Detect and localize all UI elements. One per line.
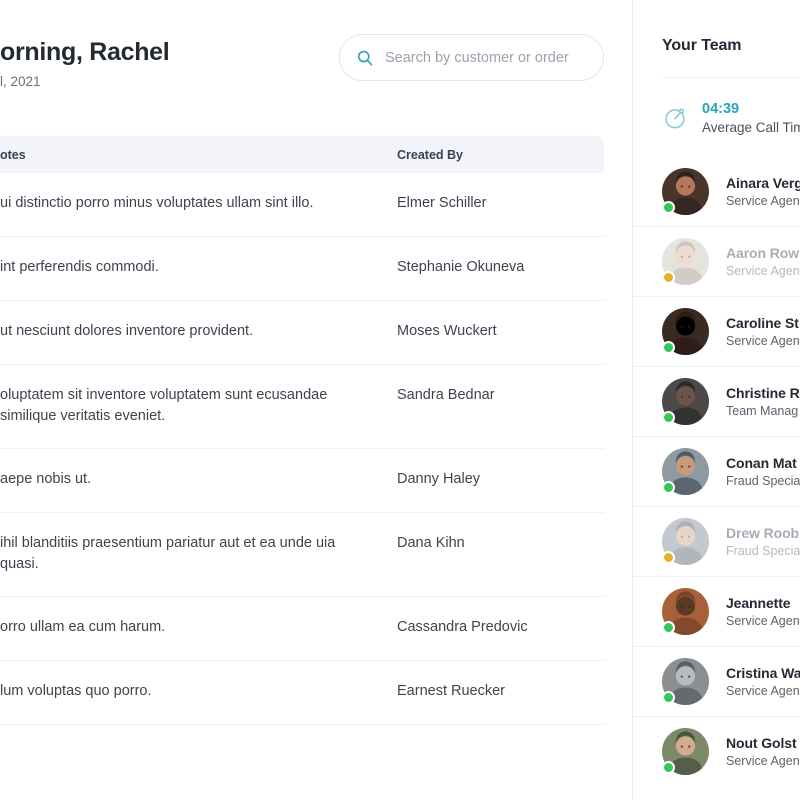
cell-notes: orro ullam ea cum harum.: [0, 618, 166, 635]
cell-created-by: Moses Wuckert: [397, 323, 497, 339]
team-member-name: Caroline St: [726, 315, 799, 332]
page-title: orning, Rachel: [0, 38, 170, 66]
table-row[interactable]: orro ullam ea cum harum. Cassandra Predov…: [0, 597, 604, 661]
status-badge: [662, 481, 675, 495]
team-member-text: Conan Mat Fraud Specia: [726, 455, 800, 488]
status-badge: [662, 691, 675, 705]
page-header: orning, Rachel l, 2021: [0, 0, 632, 89]
avatar: [662, 378, 709, 426]
team-member-text: Cristina Wa Service Agen: [726, 665, 800, 698]
team-member-item[interactable]: Cristina Wa Service Agen: [633, 646, 800, 716]
cell-notes: lum voluptas quo porro.: [0, 682, 152, 699]
search-input[interactable]: [385, 49, 587, 66]
status-badge: [662, 341, 675, 355]
team-member-text: Nout Golst Service Agen: [726, 735, 800, 768]
team-member-item[interactable]: Jeannette Service Agen: [633, 576, 800, 646]
cell-created-by: Stephanie Okuneva: [397, 259, 525, 275]
column-header-created-by[interactable]: Created By: [397, 148, 604, 162]
team-member-item[interactable]: Aaron Row Service Agen: [633, 226, 800, 296]
cell-notes: ut nesciunt dolores inventore provident.: [0, 323, 254, 339]
cell-created-by: Cassandra Predovic: [397, 618, 528, 635]
team-member-text: Caroline St Service Agen: [726, 315, 800, 348]
table-row[interactable]: lum voluptas quo porro. Earnest Ruecker: [0, 661, 604, 725]
team-member-name: Aaron Row: [726, 245, 799, 262]
table-row[interactable]: ui distinctio porro minus voluptates ull…: [0, 173, 604, 237]
team-member-role: Service Agen: [726, 194, 800, 209]
search-icon: [356, 49, 374, 67]
team-member-item[interactable]: Drew Roob Fraud Specia: [633, 506, 800, 576]
avatar: [662, 308, 709, 356]
team-member-role: Service Agen: [726, 614, 800, 629]
table-row[interactable]: aepe nobis ut. Danny Haley: [0, 449, 604, 513]
team-member-item[interactable]: Conan Mat Fraud Specia: [633, 436, 800, 506]
status-badge: [662, 271, 675, 285]
team-member-text: Aaron Row Service Agen: [726, 245, 800, 278]
team-member-name: Nout Golst: [726, 735, 797, 752]
status-badge: [662, 551, 675, 565]
team-member-text: Drew Roob Fraud Specia: [726, 525, 800, 558]
table-row[interactable]: oluptatem sit inventore voluptatem sunt …: [0, 365, 604, 449]
avatar: [662, 728, 709, 776]
notes-table: otes Created By ui distinctio porro minu…: [0, 136, 604, 725]
table-row[interactable]: int perferendis commodi. Stephanie Okunev…: [0, 237, 604, 301]
team-member-role: Service Agen: [726, 754, 800, 769]
average-call-time-stat: 04:39 Average Call Tim: [633, 78, 800, 135]
main-content-pane: orning, Rachel l, 2021 otes C: [0, 0, 632, 800]
average-call-time-label: Average Call Tim: [702, 120, 800, 136]
team-member-role: Fraud Specia: [726, 544, 800, 559]
avatar: [662, 658, 709, 706]
avatar: [662, 168, 709, 216]
team-member-item[interactable]: Christine R Team Manag: [633, 366, 800, 436]
avatar: [662, 588, 709, 636]
stopwatch-icon: [662, 104, 689, 131]
team-member-item[interactable]: Ainara Verg Service Agen: [633, 157, 800, 226]
avatar: [662, 518, 709, 566]
column-header-notes[interactable]: otes: [0, 148, 397, 162]
team-member-role: Team Manag: [726, 404, 799, 419]
average-call-time-value: 04:39: [702, 101, 740, 117]
team-member-item[interactable]: Caroline St Service Agen: [633, 296, 800, 366]
team-member-name: Cristina Wa: [726, 665, 800, 682]
team-panel-title: Your Team: [662, 37, 742, 54]
status-badge: [662, 411, 675, 425]
team-member-role: Service Agen: [726, 684, 800, 699]
team-member-role: Service Agen: [726, 334, 800, 349]
table-row[interactable]: ihil blanditiis praesentium pariatur aut…: [0, 513, 604, 597]
cell-notes: ui distinctio porro minus voluptates ull…: [0, 195, 314, 211]
cell-created-by: Earnest Ruecker: [397, 682, 505, 699]
team-member-name: Conan Mat: [726, 455, 797, 472]
greeting-block: orning, Rachel l, 2021: [0, 26, 170, 89]
team-member-role: Service Agen: [726, 264, 800, 279]
cell-notes: int perferendis commodi.: [0, 259, 159, 275]
table-body: ui distinctio porro minus voluptates ull…: [0, 173, 604, 725]
cell-created-by: Elmer Schiller: [397, 195, 487, 211]
cell-created-by: Danny Haley: [397, 470, 481, 487]
team-member-role: Fraud Specia: [726, 474, 800, 489]
team-member-text: Ainara Verg Service Agen: [726, 175, 800, 208]
status-badge: [662, 621, 675, 635]
status-badge: [662, 201, 675, 215]
status-badge: [662, 761, 675, 775]
table-row[interactable]: ut nesciunt dolores inventore provident.…: [0, 301, 604, 365]
cell-created-by: Dana Kihn: [397, 534, 465, 551]
team-member-item[interactable]: Nout Golst Service Agen: [633, 716, 800, 786]
team-member-text: Jeannette Service Agen: [726, 595, 800, 628]
cell-created-by: Sandra Bednar: [397, 387, 495, 403]
cell-notes: aepe nobis ut.: [0, 470, 92, 487]
team-sidebar: Your Team 04:39 Average Call Tim Ainara …: [633, 0, 800, 800]
current-date: l, 2021: [0, 74, 41, 89]
team-member-name: Jeannette: [726, 595, 791, 612]
avatar: [662, 448, 709, 496]
cell-notes: ihil blanditiis praesentium pariatur aut…: [0, 534, 336, 573]
cell-notes: oluptatem sit inventore voluptatem sunt …: [0, 387, 328, 425]
team-member-text: Christine R Team Manag: [726, 385, 800, 418]
team-member-name: Christine R: [726, 385, 800, 402]
table-header-row: otes Created By: [0, 136, 604, 173]
app-root: orning, Rachel l, 2021 otes C: [0, 0, 800, 800]
search-bar[interactable]: [339, 34, 604, 81]
team-member-list: Ainara Verg Service Agen Aaron Row Service …: [633, 157, 800, 786]
team-member-name: Drew Roob: [726, 525, 799, 542]
team-member-name: Ainara Verg: [726, 175, 800, 192]
avatar: [662, 238, 709, 286]
